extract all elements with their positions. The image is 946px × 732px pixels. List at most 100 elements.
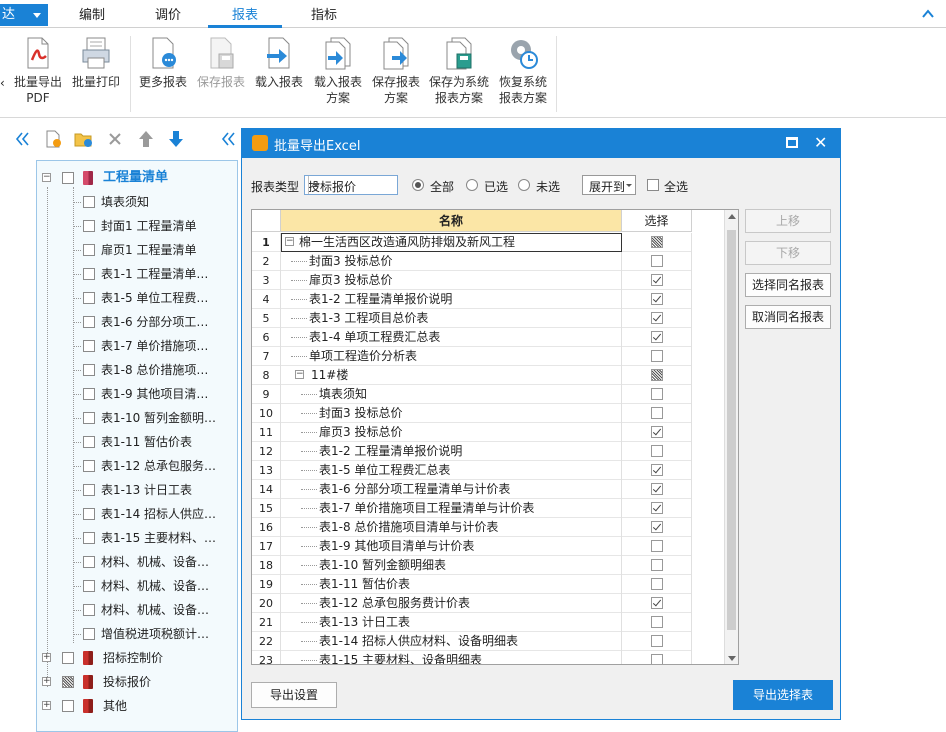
save-as-system-scheme-button[interactable]: 保存为系统 报表方案	[426, 36, 492, 106]
row-checkbox[interactable]	[651, 274, 663, 286]
vertical-scrollbar[interactable]	[724, 210, 738, 664]
tab-price-adjust[interactable]: 调价	[140, 6, 196, 28]
tree-child-node[interactable]: 表1-10 暂列金额明…	[37, 407, 237, 429]
tree-checkbox[interactable]	[83, 220, 95, 232]
collapse-panel-icon[interactable]	[220, 132, 236, 146]
table-row[interactable]: 4 表1-2 工程量清单报价说明	[252, 290, 692, 309]
row-checkbox[interactable]	[651, 407, 663, 419]
tree-checkbox[interactable]	[62, 700, 74, 712]
name-cell[interactable]: 表1-10 暂列金额明细表	[281, 556, 622, 575]
move-up-icon[interactable]	[138, 130, 154, 148]
collapse-toggle-icon[interactable]: −	[42, 173, 51, 182]
name-cell[interactable]: − 棉一生活西区改造通风防排烟及新风工程	[281, 233, 622, 252]
name-cell[interactable]: 表1-7 单价措施项目工程量清单与计价表	[281, 499, 622, 518]
restore-system-scheme-button[interactable]: 恢复系统 报表方案	[494, 36, 552, 106]
table-row[interactable]: 6 表1-4 单项工程费汇总表	[252, 328, 692, 347]
tree-child-node[interactable]: 表1-15 主要材料、…	[37, 527, 237, 549]
name-cell[interactable]: 单项工程造价分析表	[281, 347, 622, 366]
row-checkbox[interactable]	[651, 540, 663, 552]
collapse-toggle-icon[interactable]: −	[295, 370, 304, 379]
row-checkbox[interactable]	[651, 426, 663, 438]
tree-checkbox[interactable]	[62, 172, 74, 184]
expand-toggle-icon[interactable]: +	[42, 701, 51, 710]
tree-checkbox[interactable]	[83, 340, 95, 352]
row-checkbox[interactable]	[651, 312, 663, 324]
select-column-header[interactable]: 选择	[622, 210, 692, 232]
save-report-scheme-button[interactable]: 保存报表 方案	[368, 36, 424, 106]
name-cell[interactable]: 表1-11 暂估价表	[281, 575, 622, 594]
tree-checkbox[interactable]	[83, 364, 95, 376]
name-cell[interactable]: 表1-3 工程项目总价表	[281, 309, 622, 328]
table-row[interactable]: 18 表1-10 暂列金额明细表	[252, 556, 692, 575]
tree-child-node[interactable]: 表1-14 招标人供应…	[37, 503, 237, 525]
move-up-button[interactable]: 上移	[745, 209, 831, 233]
batch-print-button[interactable]: 批量打印	[68, 36, 124, 90]
table-row[interactable]: 15 表1-7 单价措施项目工程量清单与计价表	[252, 499, 692, 518]
row-checkbox[interactable]	[651, 635, 663, 647]
tree-child-node[interactable]: 表1-5 单位工程费…	[37, 287, 237, 309]
select-same-name-button[interactable]: 选择同名报表	[745, 273, 831, 297]
tree-checkbox[interactable]	[83, 628, 95, 640]
tree-checkbox[interactable]	[83, 316, 95, 328]
tree-checkbox[interactable]	[83, 508, 95, 520]
delete-icon[interactable]	[108, 132, 122, 146]
tree-checkbox[interactable]	[83, 412, 95, 424]
expand-to-dropdown[interactable]: 展开到	[582, 175, 636, 195]
tree-child-node[interactable]: 增值税进项税额计…	[37, 623, 237, 645]
tree-checkbox[interactable]	[83, 196, 95, 208]
save-report-button[interactable]: 保存报表	[194, 36, 248, 90]
name-cell[interactable]: 表1-2 工程量清单报价说明	[281, 442, 622, 461]
row-checkbox[interactable]	[651, 369, 663, 381]
table-row[interactable]: 8−11#楼	[252, 366, 692, 385]
row-checkbox[interactable]	[651, 388, 663, 400]
table-row[interactable]: 9 填表须知	[252, 385, 692, 404]
table-row[interactable]: 23 表1-15 主要材料、设备明细表	[252, 651, 692, 664]
tab-reports[interactable]: 报表	[208, 6, 282, 28]
name-cell[interactable]: 表1-14 招标人供应材料、设备明细表	[281, 632, 622, 651]
tree-child-node[interactable]: 扉页1 工程量清单	[37, 239, 237, 261]
new-folder-icon[interactable]	[74, 130, 92, 148]
scrollbar-thumb[interactable]	[727, 230, 736, 630]
row-checkbox[interactable]	[651, 331, 663, 343]
name-cell[interactable]: 封面3 投标总价	[281, 404, 622, 423]
select-all-checkbox[interactable]	[647, 179, 659, 191]
radio-selected[interactable]	[466, 179, 478, 191]
table-row[interactable]: 11 扉页3 投标总价	[252, 423, 692, 442]
report-type-select[interactable]: 投标报价	[304, 175, 398, 195]
table-row[interactable]: 3 扉页3 投标总价	[252, 271, 692, 290]
tree-child-node[interactable]: 材料、机械、设备…	[37, 551, 237, 573]
tree-sibling-node[interactable]: + 其他	[37, 695, 237, 717]
table-row[interactable]: 20 表1-12 总承包服务费计价表	[252, 594, 692, 613]
name-cell[interactable]: 扉页3 投标总价	[281, 271, 622, 290]
chevron-up-icon[interactable]	[922, 8, 934, 20]
table-row[interactable]: 16 表1-8 总价措施项目清单与计价表	[252, 518, 692, 537]
table-row[interactable]: 19 表1-11 暂估价表	[252, 575, 692, 594]
tab-indicators[interactable]: 指标	[296, 6, 352, 28]
collapse-toggle-icon[interactable]: −	[285, 237, 294, 246]
expand-toggle-icon[interactable]: +	[42, 653, 51, 662]
tree-checkbox[interactable]	[83, 436, 95, 448]
name-cell[interactable]: 表1-15 主要材料、设备明细表	[281, 651, 622, 664]
row-checkbox[interactable]	[651, 483, 663, 495]
tree-sibling-node[interactable]: + 投标报价	[37, 671, 237, 693]
table-row[interactable]: 1− 棉一生活西区改造通风防排烟及新风工程	[252, 233, 692, 252]
tree-checkbox[interactable]	[83, 244, 95, 256]
maximize-icon[interactable]	[786, 137, 798, 148]
batch-export-pdf-button[interactable]: 批量导出 PDF	[10, 36, 66, 106]
tree-child-node[interactable]: 封面1 工程量清单	[37, 215, 237, 237]
table-row[interactable]: 7 单项工程造价分析表	[252, 347, 692, 366]
row-checkbox[interactable]	[651, 502, 663, 514]
name-cell[interactable]: 表1-5 单位工程费汇总表	[281, 461, 622, 480]
row-checkbox[interactable]	[651, 464, 663, 476]
row-checkbox[interactable]	[651, 597, 663, 609]
tree-checkbox[interactable]	[62, 676, 74, 688]
collapse-left-icon[interactable]	[14, 132, 30, 146]
tree-child-node[interactable]: 表1-11 暂估价表	[37, 431, 237, 453]
tree-checkbox[interactable]	[83, 292, 95, 304]
tree-child-node[interactable]: 表1-6 分部分项工…	[37, 311, 237, 333]
tree-checkbox[interactable]	[83, 388, 95, 400]
table-row[interactable]: 13 表1-5 单位工程费汇总表	[252, 461, 692, 480]
scroll-down-icon[interactable]	[728, 656, 736, 661]
row-checkbox[interactable]	[651, 578, 663, 590]
name-cell[interactable]: 表1-8 总价措施项目清单与计价表	[281, 518, 622, 537]
